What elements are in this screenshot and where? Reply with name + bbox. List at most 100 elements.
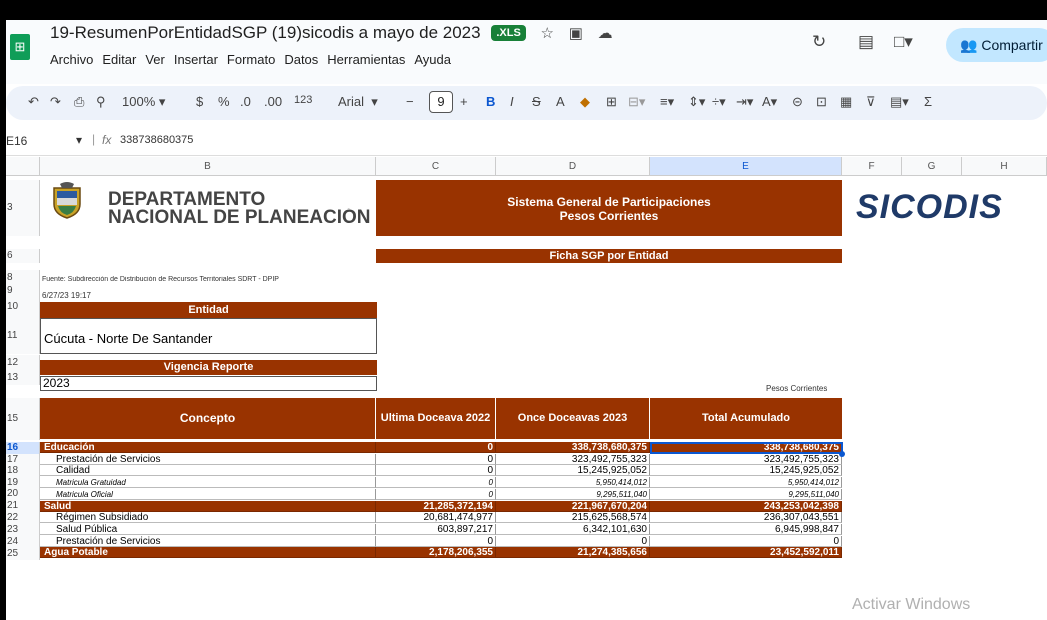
redo-icon[interactable]: ↷ [50,94,61,110]
borders-icon[interactable]: ⊞ [606,94,617,110]
table-cell-value[interactable]: 0 [376,465,496,477]
table-cell-value[interactable]: 338,738,680,375 [496,442,650,453]
zoom-select[interactable]: 100% ▾ [122,94,165,110]
cell-reference-dropdown-icon[interactable]: ▾ [76,133,82,147]
table-cell-concepto[interactable]: Calidad [40,465,376,477]
row-header[interactable]: 18 [6,465,40,477]
cell-reference[interactable]: E16 [6,134,27,148]
table-cell-value[interactable]: 6,945,998,847 [650,523,842,535]
table-cell-value[interactable]: 0 [376,488,496,500]
text-color-alt-icon[interactable]: A▾ [762,94,777,110]
table-cell-value[interactable]: 0 [650,535,842,547]
row-header[interactable]: 15 [6,398,40,440]
table-cell-concepto[interactable]: Matricula Gratuidad [40,477,376,489]
font-size-decrease-icon[interactable]: − [406,94,414,109]
row-header[interactable]: 25 [6,548,40,560]
table-cell-value[interactable]: 9,295,511,040 [496,488,650,500]
column-header-b[interactable]: B [40,157,376,176]
menu-item[interactable]: Datos [284,52,318,67]
table-cell-concepto[interactable]: Prestación de Servicios [40,535,376,547]
row-header[interactable]: 9 [6,285,40,296]
paint-format-icon[interactable]: ⚲ [96,94,106,110]
insert-link-icon[interactable]: ⊝ [792,94,803,110]
menu-item[interactable]: Archivo [50,52,93,67]
italic-button[interactable]: I [510,94,514,109]
table-cell-value[interactable]: 0 [376,442,496,453]
cloud-status-icon[interactable]: ☁ [598,24,613,42]
table-cell-value[interactable]: 236,307,043,551 [650,512,842,524]
menu-item[interactable]: Formato [227,52,275,67]
formula-input[interactable]: 338738680375 [120,134,193,146]
row-header[interactable]: 6 [6,249,40,263]
table-cell-concepto[interactable]: Matricula Oficial [40,488,376,500]
row-header[interactable]: 24 [6,536,40,548]
row-header[interactable]: 20 [6,488,40,500]
row-header[interactable]: 22 [6,512,40,524]
table-cell-value[interactable]: 21,274,385,656 [496,547,650,559]
print-icon[interactable]: ⎙ [74,94,84,110]
vigencia-value[interactable]: 2023 [40,376,377,391]
text-wrap-icon[interactable]: ÷▾ [712,94,726,110]
table-cell-concepto[interactable]: Salud [40,500,376,512]
filter-icon[interactable]: ⊽ [866,94,876,110]
table-cell-value[interactable]: 20,681,474,977 [376,512,496,524]
fill-handle[interactable] [839,451,845,457]
table-cell-value[interactable]: 5,950,414,012 [650,477,842,489]
table-cell-value[interactable]: 603,897,217 [376,523,496,535]
percent-format-button[interactable]: % [218,94,230,109]
currency-format-button[interactable]: $ [196,94,203,109]
table-cell-value[interactable]: 5,950,414,012 [496,477,650,489]
row-header[interactable]: 13 [6,371,40,385]
table-cell-value[interactable]: 15,245,925,052 [650,465,842,477]
table-cell-concepto[interactable]: Prestación de Servicios [40,453,376,465]
row-header[interactable]: 16 [6,442,40,454]
table-cell-value[interactable]: 0 [376,535,496,547]
row-header[interactable]: 11 [6,318,40,354]
font-size-input[interactable]: 9 [429,91,453,113]
comments-icon[interactable]: ▤ [858,32,874,52]
text-color-button[interactable]: A [556,94,565,109]
star-icon[interactable]: ☆ [541,24,554,42]
table-cell-value[interactable]: 9,295,511,040 [650,488,842,500]
row-header[interactable]: 12 [6,355,40,371]
row-header[interactable]: 19 [6,477,40,488]
table-cell-value[interactable]: 0 [376,453,496,465]
text-rotation-icon[interactable]: ⇥▾ [736,94,753,110]
history-icon[interactable]: ↻ [812,32,826,52]
bold-button[interactable]: B [486,94,495,109]
table-cell-value[interactable]: 221,967,670,204 [496,500,650,512]
menu-item[interactable]: Insertar [174,52,218,67]
document-title[interactable]: 19-ResumenPorEntidadSGP (19)sicodis a ma… [50,23,481,42]
horizontal-align-icon[interactable]: ≡▾ [660,94,674,110]
table-cell-value[interactable]: 21,285,372,194 [376,500,496,512]
table-cell-concepto[interactable]: Régimen Subsidiado [40,512,376,524]
row-header[interactable]: 21 [6,500,40,512]
table-cell-concepto[interactable]: Salud Pública [40,523,376,535]
row-header[interactable]: 23 [6,524,40,536]
column-header-e[interactable]: E [650,157,842,176]
table-cell-value[interactable]: 0 [376,477,496,489]
table-cell-value[interactable]: 323,492,755,323 [650,453,842,465]
number-format-button[interactable]: 123 [294,94,312,106]
insert-comment-icon[interactable]: ⊡ [816,94,827,110]
functions-button[interactable]: Σ [924,94,932,109]
move-folder-icon[interactable]: ▣ [569,24,583,42]
undo-icon[interactable]: ↶ [28,94,39,110]
table-cell-concepto[interactable]: Agua Potable [40,547,376,559]
row-header[interactable]: 17 [6,454,40,465]
strikethrough-button[interactable]: S [532,94,541,109]
font-family-select[interactable]: Arial ▾ [338,94,378,110]
filter-views-icon[interactable]: ▤▾ [890,94,909,110]
row-header[interactable]: 10 [6,296,40,318]
fill-color-icon[interactable]: ◆ [580,94,590,110]
menu-item[interactable]: Ayuda [414,52,451,67]
share-button[interactable]: 👥 Compartir [946,28,1047,62]
table-cell-concepto[interactable]: Educación [40,442,376,453]
table-cell-value[interactable]: 0 [496,535,650,547]
sheets-logo-icon[interactable]: ⊞ [10,34,30,60]
table-cell-value[interactable]: 243,253,042,398 [650,500,842,512]
select-all-corner[interactable] [6,157,40,176]
table-cell-value[interactable]: 15,245,925,052 [496,465,650,477]
entidad-value[interactable]: Cúcuta - Norte De Santander [40,318,377,354]
row-header[interactable]: 8 [6,270,40,285]
